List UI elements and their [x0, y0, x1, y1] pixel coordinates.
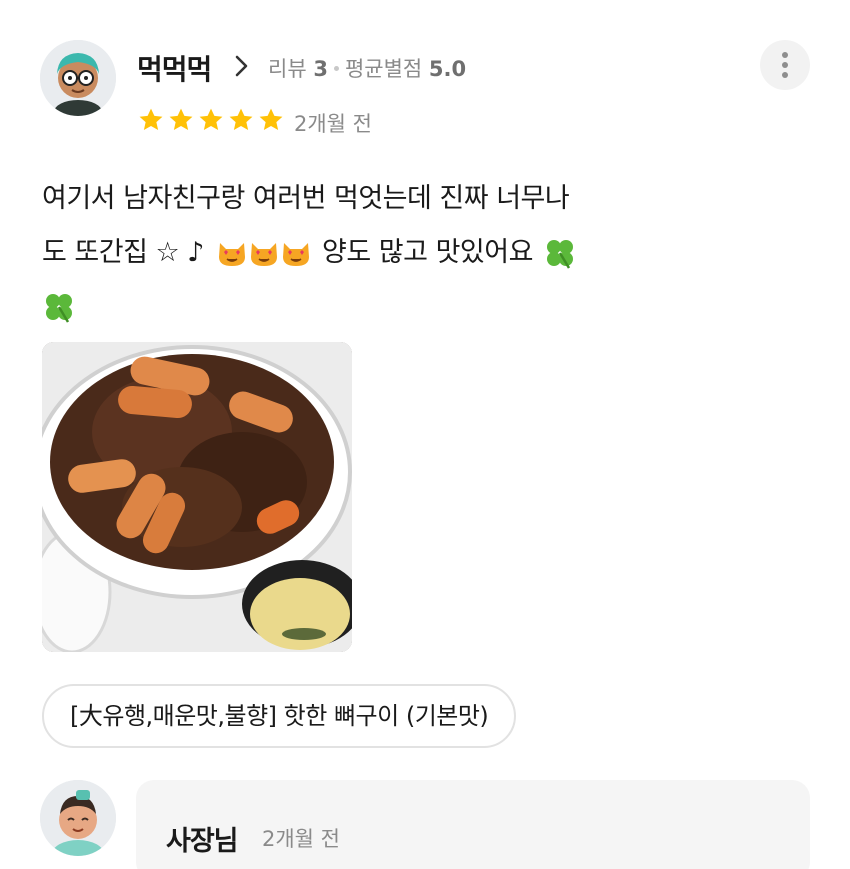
review-text-line-2-end: 양도 많고 맛있어요: [322, 237, 533, 268]
ordered-menu-tag[interactable]: [大유행,매운맛,불향] 핫한 뼈구이 (기본맛): [42, 684, 517, 748]
star-icon: [169, 108, 193, 131]
star-rating: [137, 106, 285, 136]
review-text-line-2-start: 도 또간집 ☆ ♪: [42, 237, 205, 268]
owner-avatar-image: [40, 780, 116, 856]
four-leaf-clover-emoji: [46, 294, 72, 323]
heart-eyes-cat-emoji: [219, 243, 246, 266]
owner-name: 사장님: [166, 826, 239, 857]
star-icon: [229, 108, 253, 131]
food-photo-image: [42, 342, 352, 652]
review-date: 2개월 전: [294, 112, 372, 136]
reviewer-avatar[interactable]: [40, 40, 116, 116]
review-text-line-3: [42, 280, 692, 334]
review-text: 여기서 남자친구랑 여러번 먹엇는데 진짜 너무나 도 또간집 ☆ ♪ 양도 많…: [42, 172, 692, 334]
star-icon: [139, 108, 163, 131]
owner-reply-date: 2개월 전: [262, 827, 340, 851]
review-text-line-1: 여기서 남자친구랑 여러번 먹엇는데 진짜 너무나: [42, 172, 692, 226]
heart-eyes-cat-emoji: [283, 243, 310, 266]
star-icon: [199, 108, 223, 131]
chevron-right-icon[interactable]: [232, 52, 252, 80]
more-vertical-icon: [782, 52, 788, 58]
four-leaf-clover-emoji: [546, 240, 573, 269]
reviewer-name[interactable]: 먹먹먹: [137, 48, 212, 88]
separator-dot: [333, 65, 339, 71]
more-vertical-icon-dot: [782, 72, 788, 78]
more-options-button[interactable]: [760, 40, 810, 90]
reviewer-meta: 리뷰 3 평균별점 5.0: [268, 53, 466, 83]
review-photo[interactable]: [42, 342, 352, 652]
heart-eyes-cat-emoji: [251, 243, 278, 266]
star-icon: [259, 108, 283, 131]
more-vertical-icon-dot: [782, 62, 788, 68]
review-count: 3: [313, 57, 328, 81]
review-text-line-1-content: 여기서 남자친구랑 여러번 먹엇는데 진짜 너무나: [42, 183, 570, 214]
owner-avatar: [40, 780, 116, 856]
avg-rating: 5.0: [428, 57, 467, 81]
avg-rating-label: 평균별점: [344, 57, 423, 81]
review-count-label: 리뷰: [268, 57, 307, 81]
review-text-line-2: 도 또간집 ☆ ♪ 양도 많고 맛있어요: [42, 226, 692, 280]
reviewer-avatar-image: [40, 40, 116, 116]
